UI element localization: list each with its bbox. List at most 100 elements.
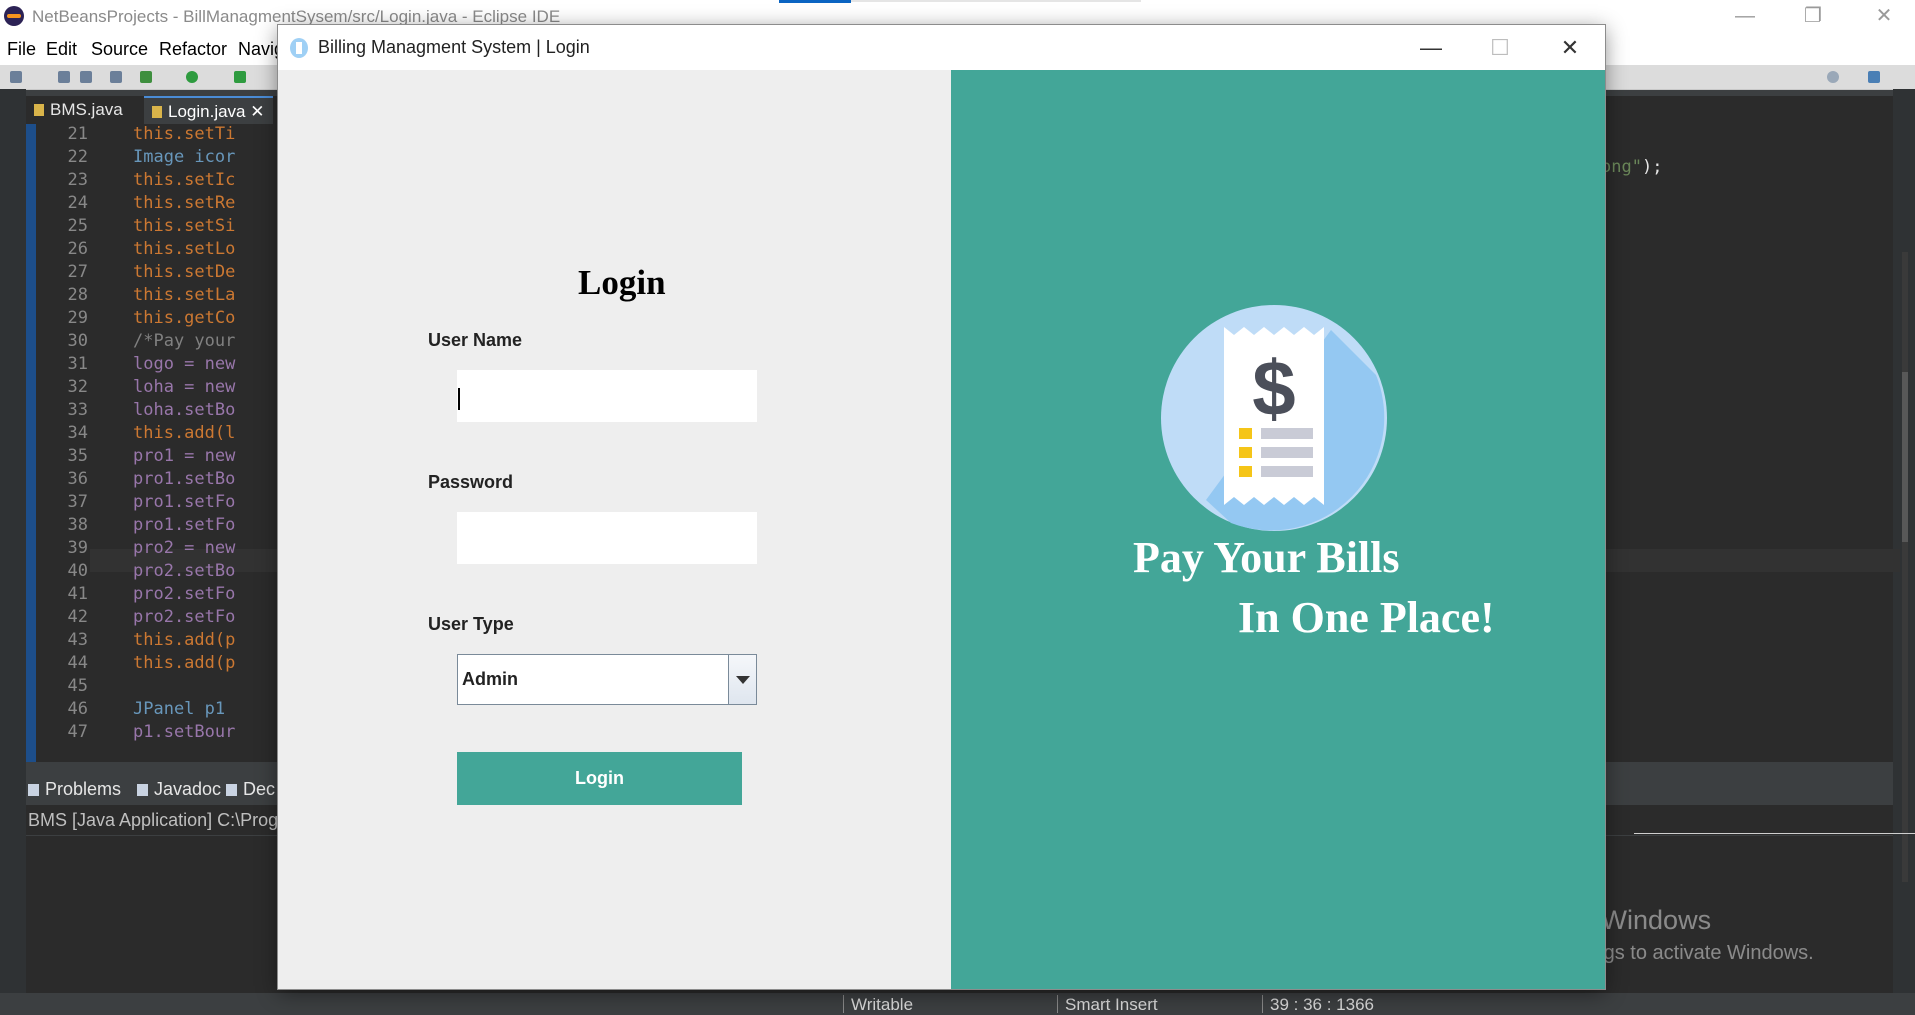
eclipse-restore-button[interactable]: ❐	[1793, 4, 1833, 28]
tab-login-java[interactable]: Login.java ✕	[144, 96, 273, 126]
menu-source[interactable]: Source	[91, 39, 148, 60]
code-line: 40 pro2.setBo	[38, 561, 236, 584]
code-line: 32 loha = new	[38, 377, 236, 400]
code-line: 46 JPanel p1	[38, 699, 226, 722]
code-fragment-right: ong");	[1601, 157, 1662, 177]
line-number: 37	[67, 492, 88, 512]
line-number: 44	[67, 653, 88, 673]
skip-breakpoints-icon[interactable]	[110, 71, 122, 83]
console-title: BMS [Java Application] C:\Progr	[28, 810, 285, 830]
tab-label: Javadoc	[154, 779, 222, 799]
line-number: 21	[67, 124, 88, 144]
code-line: 33 loha.setBo	[38, 400, 236, 423]
code-line: 27 this.setDe	[38, 262, 236, 285]
perspective-icon[interactable]	[1868, 71, 1880, 83]
line-number: 27	[67, 262, 88, 282]
usertype-selected: Admin	[462, 669, 518, 689]
usertype-label: User Type	[428, 614, 514, 634]
console-divider	[1634, 833, 1915, 834]
usertype-select[interactable]: Admin	[457, 654, 757, 705]
menu-file[interactable]: File	[7, 39, 36, 60]
java-file-icon	[34, 104, 44, 116]
tab-label: Dec	[243, 779, 276, 799]
text-caret	[458, 388, 460, 410]
status-writable: Writable	[851, 995, 914, 1014]
close-button[interactable]: ✕	[1540, 25, 1600, 70]
line-number: 36	[67, 469, 88, 489]
line-number: 41	[67, 584, 88, 604]
code-line: 26 this.setLo	[38, 239, 236, 262]
code-text: this.setTi	[133, 124, 236, 144]
eclipse-logo-icon	[4, 6, 24, 26]
line-number: 43	[67, 630, 88, 650]
new-icon[interactable]	[10, 71, 22, 83]
declaration-icon	[226, 784, 237, 796]
tab-javadoc[interactable]: Javadoc	[137, 779, 221, 800]
code-text: pro1.setFo	[133, 515, 236, 535]
status-separator	[843, 995, 844, 1013]
username-input[interactable]	[457, 370, 757, 422]
debug-icon[interactable]	[140, 71, 152, 83]
line-number: 32	[67, 377, 88, 397]
code-line: 43 this.add(p	[38, 630, 236, 653]
maximize-button[interactable]: ☐	[1470, 25, 1530, 70]
menu-refactor[interactable]: Refactor	[159, 39, 227, 60]
line-number: 31	[67, 354, 88, 374]
line-number: 30	[67, 331, 88, 351]
tab-problems[interactable]: Problems	[28, 779, 121, 800]
code-line: 38 pro1.setFo	[38, 515, 236, 538]
eclipse-close-button[interactable]: ✕	[1864, 4, 1904, 28]
code-text: this.setRe	[133, 193, 236, 213]
line-number: 34	[67, 423, 88, 443]
tab-declaration[interactable]: Dec	[226, 779, 275, 800]
code-line: 37 pro1.setFo	[38, 492, 236, 515]
menu-edit[interactable]: Edit	[46, 39, 77, 60]
code-text: JPanel p1	[133, 699, 226, 719]
tab-label: Problems	[45, 779, 122, 799]
code-punct: );	[1641, 157, 1663, 177]
search-icon[interactable]	[1827, 71, 1839, 83]
code-text: pro1.setBo	[133, 469, 236, 489]
save-icon[interactable]	[58, 71, 70, 83]
code-text: pro2 = new	[133, 538, 236, 558]
code-text: this.setLa	[133, 285, 236, 305]
save-all-icon[interactable]	[80, 71, 92, 83]
code-text: Image icor	[133, 147, 236, 167]
password-input[interactable]	[457, 512, 757, 564]
line-number: 38	[67, 515, 88, 535]
eclipse-minimize-button[interactable]: —	[1725, 4, 1765, 28]
code-text: pro2.setBo	[133, 561, 236, 581]
close-icon[interactable]: ✕	[250, 102, 264, 121]
bill-receipt-icon: $	[1161, 305, 1387, 531]
code-text: this.add(p	[133, 630, 236, 650]
code-text: this.setSi	[133, 216, 236, 236]
eclipse-window-title: NetBeansProjects - BillManagmentSysem/sr…	[32, 7, 561, 26]
tab-label: BMS.java	[50, 100, 123, 119]
code-text: this.setIc	[133, 170, 236, 190]
code-line: 45	[38, 676, 133, 699]
status-separator	[1057, 995, 1058, 1013]
code-text: logo = new	[133, 354, 236, 374]
promo-panel: $ Pay Your Bills In One Place!	[951, 70, 1605, 989]
username-label: User Name	[428, 330, 523, 350]
tagline-line-2: In One Place!	[1238, 593, 1495, 642]
status-insert-mode[interactable]: Smart Insert	[1065, 995, 1158, 1015]
minimize-button[interactable]: —	[1401, 25, 1461, 70]
scrollbar-thumb[interactable]	[1902, 372, 1908, 542]
code-line: 31 logo = new	[38, 354, 236, 377]
login-button[interactable]: Login	[457, 752, 742, 805]
line-number: 40	[67, 561, 88, 581]
run-icon[interactable]	[186, 71, 198, 83]
code-line: 42 pro2.setFo	[38, 607, 236, 630]
code-line: 39 pro2 = new	[38, 538, 236, 561]
app-icon	[290, 38, 308, 58]
coverage-icon[interactable]	[234, 71, 246, 83]
editor-scrollbar[interactable]	[1902, 252, 1908, 882]
status-separator	[1262, 995, 1263, 1013]
code-text: pro1.setFo	[133, 492, 236, 512]
chevron-down-icon[interactable]	[728, 655, 756, 704]
line-number: 29	[67, 308, 88, 328]
line-number: 22	[67, 147, 88, 167]
code-line: 21 this.setTi	[38, 124, 236, 147]
tab-bms-java[interactable]: BMS.java	[26, 96, 131, 124]
